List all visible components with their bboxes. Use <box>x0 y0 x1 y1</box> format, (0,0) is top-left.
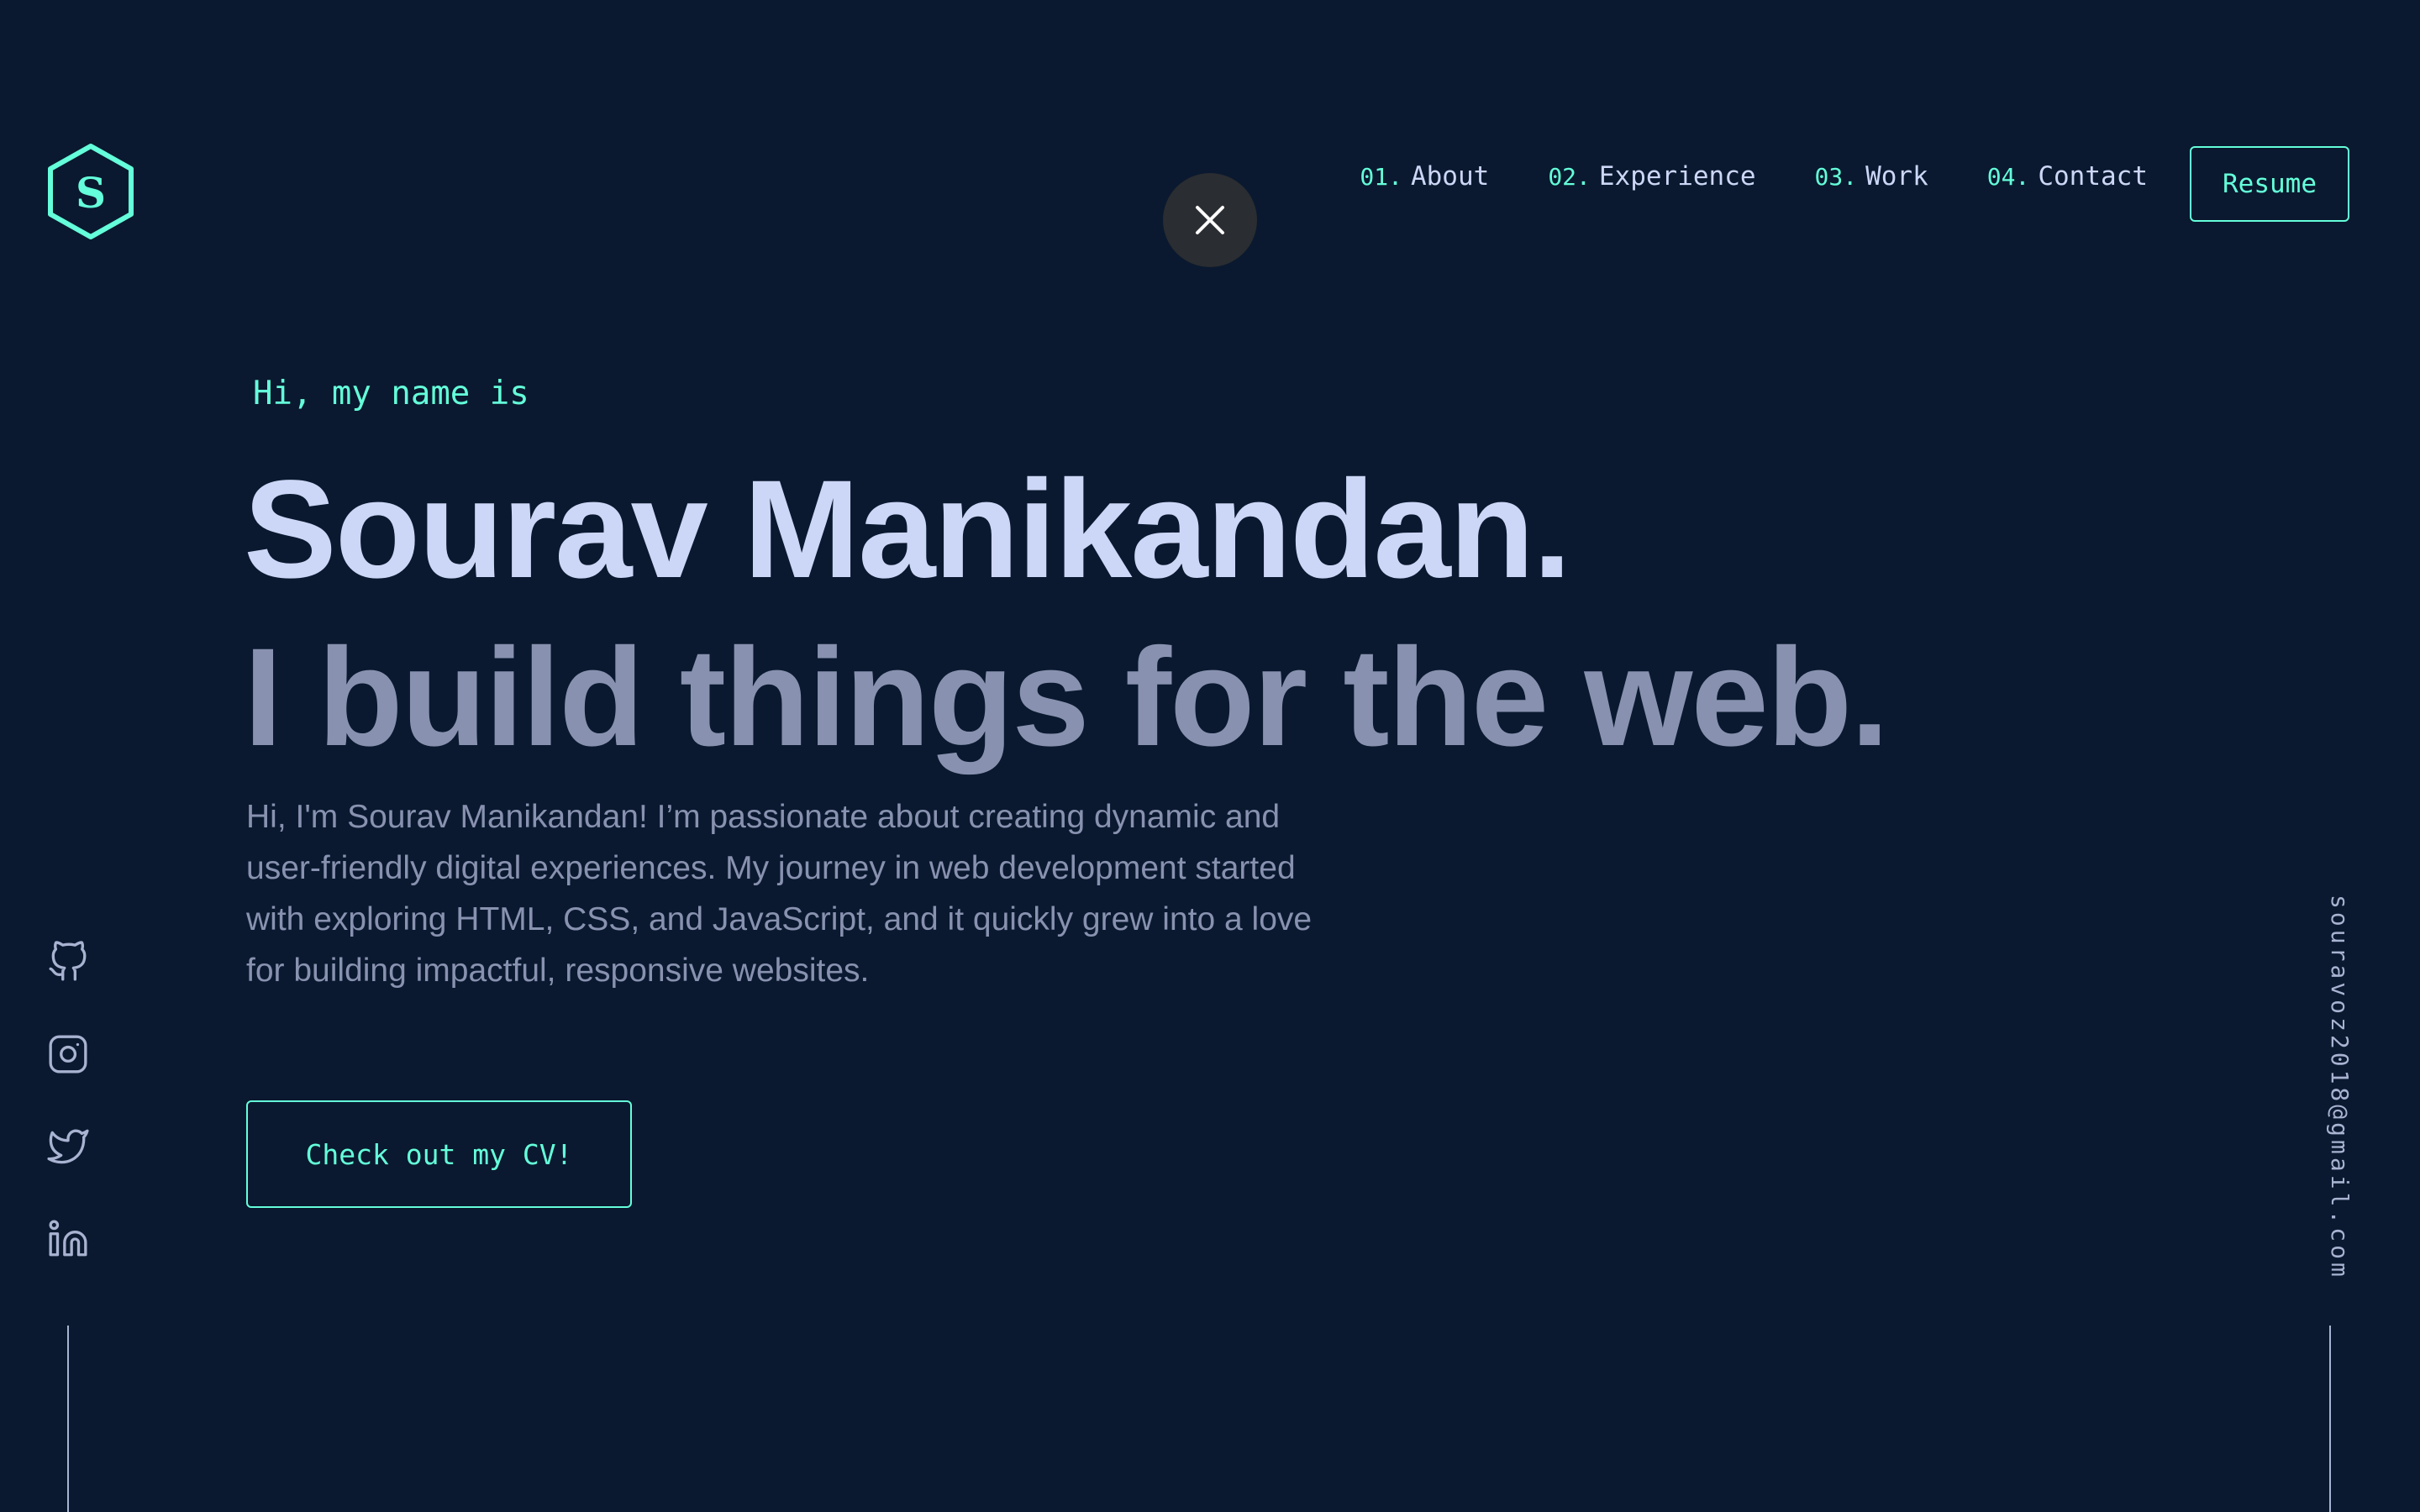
nav-item-number: 01. <box>1360 163 1402 191</box>
top-nav: 01. About 02. Experience 03. Work 04. Co… <box>1360 161 2148 192</box>
logo[interactable]: S <box>47 143 134 240</box>
nav-item-contact[interactable]: 04. Contact <box>1987 161 2148 192</box>
right-vertical-line <box>2329 1326 2331 1512</box>
check-cv-button[interactable]: Check out my CV! <box>246 1100 632 1208</box>
nav-item-number: 02. <box>1548 163 1591 191</box>
left-vertical-line <box>67 1326 69 1512</box>
instagram-link[interactable] <box>47 1033 89 1075</box>
twitter-icon <box>47 1129 89 1164</box>
nav-item-label: About <box>1410 161 1490 192</box>
close-icon <box>1196 206 1224 234</box>
close-button[interactable] <box>1163 173 1257 267</box>
nav-item-experience[interactable]: 02. Experience <box>1548 161 1755 192</box>
instagram-icon <box>49 1035 87 1074</box>
hero-tagline: I build things for the web. <box>244 620 1889 775</box>
nav-item-about[interactable]: 01. About <box>1360 161 1489 192</box>
nav-item-label: Work <box>1865 161 1928 192</box>
nav-item-label: Contact <box>2038 161 2148 192</box>
nav-item-label: Experience <box>1598 161 1756 192</box>
nav-item-number: 04. <box>1986 163 2030 191</box>
nav-item-number: 03. <box>1814 163 1858 191</box>
email-link[interactable]: souravoz2018@gmail.com <box>2326 895 2354 1280</box>
resume-button[interactable]: Resume <box>2190 146 2349 222</box>
github-link[interactable] <box>47 941 89 983</box>
github-icon <box>49 941 87 981</box>
logo-letter: S <box>75 167 107 218</box>
social-links <box>47 941 89 1260</box>
hero-name: Sourav Manikandan. <box>244 452 1571 607</box>
linkedin-link[interactable] <box>47 1218 89 1260</box>
hero-bio: Hi, I'm Sourav Manikandan! I’m passionat… <box>246 799 1313 989</box>
hero-intro: Hi, my name is <box>253 375 529 412</box>
nav-item-work[interactable]: 03. Work <box>1815 161 1928 192</box>
linkedin-icon <box>49 1220 87 1257</box>
twitter-link[interactable] <box>47 1126 89 1168</box>
